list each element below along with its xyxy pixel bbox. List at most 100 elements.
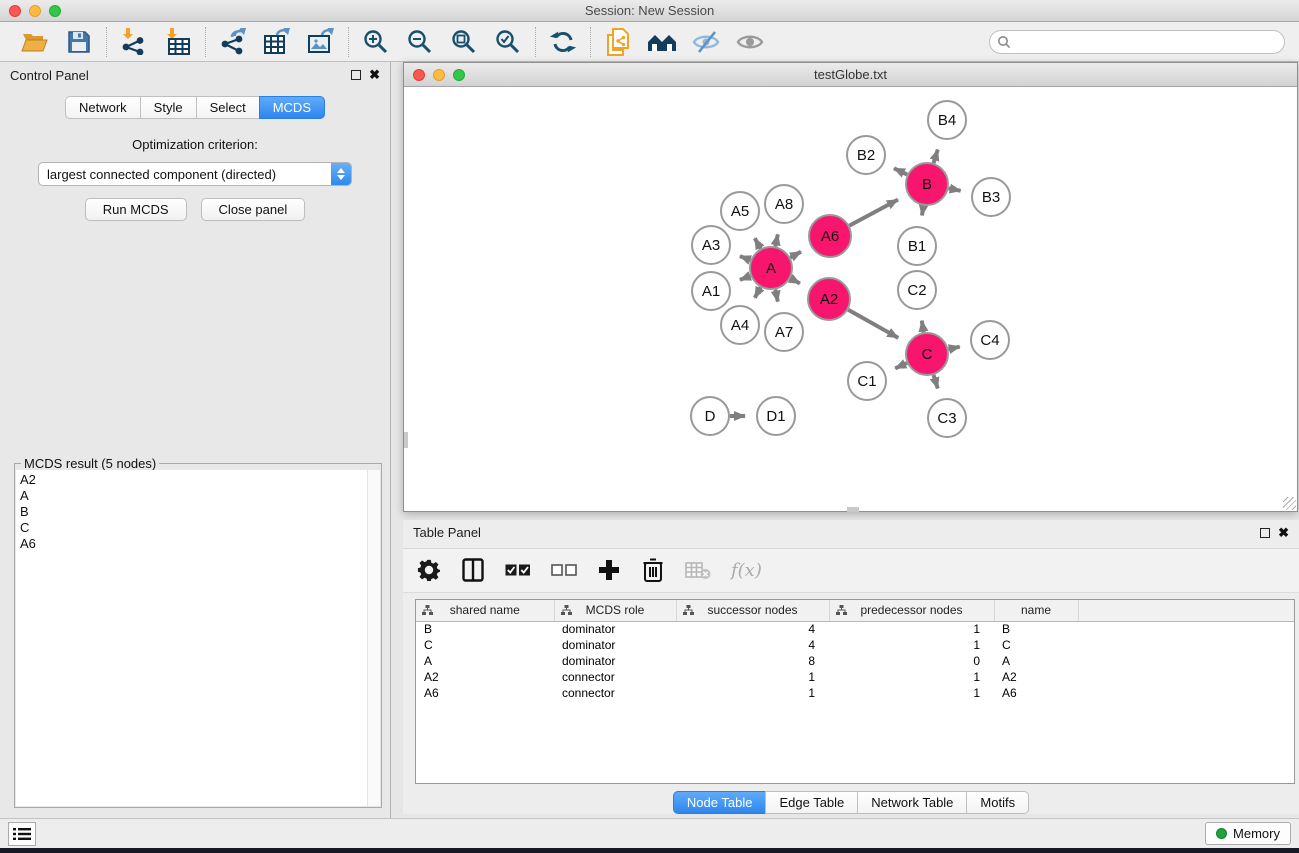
network-hscroll-thumb[interactable] — [847, 507, 859, 512]
table-cell[interactable]: 0 — [829, 653, 994, 669]
search-input[interactable] — [989, 30, 1285, 54]
import-network-icon[interactable] — [119, 27, 149, 57]
graph-edge[interactable] — [948, 347, 959, 350]
column-header-mcds-role[interactable]: MCDS role — [554, 600, 676, 621]
delete-column-icon[interactable] — [641, 557, 665, 583]
graph-edge[interactable] — [934, 150, 938, 163]
export-image-icon[interactable] — [306, 27, 336, 57]
refresh-icon[interactable] — [548, 27, 578, 57]
tab-select[interactable]: Select — [196, 96, 260, 119]
graph-edge[interactable] — [934, 375, 938, 388]
table-cell[interactable]: A2 — [416, 669, 554, 685]
table-cell[interactable]: 1 — [829, 685, 994, 701]
tab-node-table[interactable]: Node Table — [673, 791, 767, 814]
mcds-result-item[interactable]: A — [20, 488, 363, 504]
tab-edge-table[interactable]: Edge Table — [765, 791, 858, 814]
table-cell[interactable]: A6 — [994, 685, 1078, 701]
hide-selected-icon[interactable] — [691, 27, 721, 57]
table-cell[interactable]: dominator — [554, 637, 676, 653]
table-cell[interactable]: 1 — [676, 669, 829, 685]
mcds-result-item[interactable]: B — [20, 504, 363, 520]
minimize-window-button[interactable] — [29, 5, 41, 17]
close-panel-button[interactable]: Close panel — [201, 198, 306, 221]
table-cell[interactable]: A — [994, 653, 1078, 669]
table-row[interactable]: Bdominator41B — [416, 621, 1294, 637]
table-row[interactable]: Adominator80A — [416, 653, 1294, 669]
tab-network[interactable]: Network — [65, 96, 141, 119]
result-scrollbar[interactable] — [367, 470, 380, 806]
table-cell[interactable]: connector — [554, 669, 676, 685]
graph-edge[interactable] — [740, 256, 751, 260]
network-window-titlebar[interactable]: testGlobe.txt — [404, 63, 1297, 87]
graph-edge[interactable] — [775, 290, 777, 302]
add-column-icon[interactable] — [597, 557, 621, 583]
table-cell[interactable]: A2 — [994, 669, 1078, 685]
table-cell[interactable]: dominator — [554, 653, 676, 669]
table-cell[interactable]: 4 — [676, 621, 829, 637]
table-cell[interactable]: connector — [554, 685, 676, 701]
table-cell[interactable] — [1078, 621, 1294, 637]
run-mcds-button[interactable]: Run MCDS — [85, 198, 187, 221]
graph-edge[interactable] — [740, 276, 751, 280]
table-float-panel-icon[interactable] — [1260, 528, 1270, 538]
network-minimize-button[interactable] — [433, 69, 445, 81]
table-cell[interactable]: 4 — [676, 637, 829, 653]
table-row[interactable]: Cdominator41C — [416, 637, 1294, 653]
table-cell[interactable]: 1 — [829, 637, 994, 653]
table-cell[interactable]: C — [416, 637, 554, 653]
tab-mcds[interactable]: MCDS — [259, 96, 325, 119]
network-maximize-button[interactable] — [453, 69, 465, 81]
table-cell[interactable]: A6 — [416, 685, 554, 701]
close-window-button[interactable] — [9, 5, 21, 17]
table-cell[interactable]: dominator — [554, 621, 676, 637]
table-cell[interactable]: B — [994, 621, 1078, 637]
table-cell[interactable]: A — [416, 653, 554, 669]
table-cell[interactable] — [1078, 669, 1294, 685]
float-panel-icon[interactable] — [351, 70, 361, 80]
task-history-button[interactable] — [8, 822, 36, 846]
table-cell[interactable] — [1078, 637, 1294, 653]
network-resize-grip[interactable] — [1283, 497, 1296, 510]
first-neighbors-icon[interactable] — [647, 27, 677, 57]
zoom-in-icon[interactable] — [361, 27, 391, 57]
clone-network-icon[interactable] — [603, 27, 633, 57]
deselect-all-columns-icon[interactable] — [551, 557, 577, 583]
graph-edge[interactable] — [922, 206, 924, 216]
table-cell[interactable]: B — [416, 621, 554, 637]
column-header-name[interactable]: name — [994, 600, 1078, 621]
table-close-panel-icon[interactable]: ✖ — [1278, 528, 1289, 538]
column-header-predecessor-nodes[interactable]: predecessor nodes — [829, 600, 994, 621]
table-cell[interactable]: 1 — [676, 685, 829, 701]
memory-button[interactable]: Memory — [1205, 822, 1291, 845]
zoom-out-icon[interactable] — [405, 27, 435, 57]
graph-edge[interactable] — [922, 321, 924, 333]
graph-edge[interactable] — [790, 278, 799, 283]
network-vscroll-thumb[interactable] — [404, 432, 408, 448]
mcds-result-item[interactable]: C — [20, 520, 363, 536]
network-canvas[interactable]: B4B2BB3B1A5A8A6A3AA1A4A7A2C2C4CC1C3DD1 — [404, 87, 1297, 511]
close-panel-icon[interactable]: ✖ — [369, 70, 380, 80]
mcds-result-item[interactable]: A2 — [20, 472, 363, 488]
table-cell[interactable] — [1078, 685, 1294, 701]
table-cell[interactable]: C — [994, 637, 1078, 653]
graph-edge[interactable] — [755, 287, 761, 297]
export-network-icon[interactable] — [218, 27, 248, 57]
open-file-icon[interactable] — [20, 27, 50, 57]
graph-edge[interactable] — [849, 200, 898, 226]
maximize-window-button[interactable] — [49, 5, 61, 17]
column-chooser-icon[interactable] — [461, 557, 485, 583]
export-table-icon[interactable] — [262, 27, 292, 57]
select-all-columns-icon[interactable] — [505, 557, 531, 583]
table-settings-gear-icon[interactable] — [417, 557, 441, 583]
mcds-result-list[interactable]: A2 A B C A6 — [16, 470, 367, 806]
table-cell[interactable]: 8 — [676, 653, 829, 669]
table-row[interactable]: A6connector11A6 — [416, 685, 1294, 701]
tab-network-table[interactable]: Network Table — [857, 791, 967, 814]
tab-motifs[interactable]: Motifs — [966, 791, 1029, 814]
graph-edge[interactable] — [755, 238, 761, 248]
tab-style[interactable]: Style — [140, 96, 197, 119]
show-all-icon[interactable] — [735, 27, 765, 57]
zoom-fit-icon[interactable] — [449, 27, 479, 57]
table-cell[interactable] — [1078, 653, 1294, 669]
network-close-button[interactable] — [413, 69, 425, 81]
